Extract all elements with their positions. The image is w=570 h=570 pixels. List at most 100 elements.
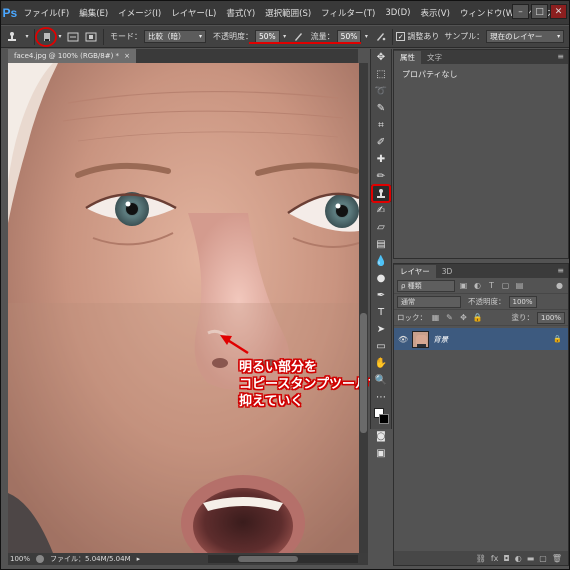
panel-menu-icon[interactable]: ≡ [557, 52, 564, 61]
tab-properties[interactable]: 属性 [394, 51, 421, 64]
layer-filter-row: ρ 種類 ▣ ◐ T ▢ ▤ ● [394, 278, 568, 294]
tab-3d[interactable]: 3D [436, 265, 459, 278]
toggle-clone-source-panel-icon[interactable] [82, 29, 100, 45]
flow-slider-icon[interactable]: ▾ [361, 29, 371, 45]
close-tab-icon[interactable]: × [124, 52, 130, 60]
menu-bar: Ps ファイル(F) 編集(E) イメージ(I) レイヤー(L) 書式(Y) 選… [1, 1, 569, 25]
lock-all-icon[interactable]: 🔒 [472, 312, 483, 323]
new-layer-icon[interactable]: ▢ [539, 554, 547, 563]
lock-transparent-icon[interactable]: ▦ [430, 312, 441, 323]
panel-menu-icon[interactable]: ≡ [557, 266, 564, 275]
sample-label: サンプル： [444, 32, 485, 41]
toggle-brush-panel-icon[interactable] [64, 29, 82, 45]
airbrush-icon[interactable] [371, 29, 389, 45]
eraser-tool-icon[interactable]: ▱ [371, 219, 391, 236]
layers-tabs: レイヤー 3D ≡ [394, 264, 568, 278]
zoom-tool-icon[interactable]: 🔍 [371, 372, 391, 389]
tab-character[interactable]: 文字 [421, 51, 448, 64]
clone-stamp-tool-icon[interactable] [371, 184, 391, 203]
eye-icon[interactable]: 👁 [398, 335, 408, 344]
delete-layer-icon[interactable]: 🗑 [552, 554, 562, 563]
horizontal-scroll-thumb[interactable] [238, 556, 298, 562]
lock-position-icon[interactable]: ✥ [458, 312, 469, 323]
mode-select[interactable]: 比較（暗） ▾ [144, 30, 206, 43]
horizontal-scrollbar[interactable] [208, 555, 358, 563]
lock-image-icon[interactable]: ✎ [444, 312, 455, 323]
lasso-tool-icon[interactable]: ➰ [371, 83, 391, 100]
menu-image[interactable]: イメージ(I) [113, 7, 166, 19]
filter-pixel-icon[interactable]: ▣ [458, 280, 469, 291]
filter-shape-icon[interactable]: ▢ [500, 280, 511, 291]
vertical-scrollbar[interactable] [359, 63, 368, 553]
status-arrow-icon[interactable]: ▸ [137, 555, 141, 563]
menu-edit[interactable]: 編集(E) [74, 7, 113, 19]
dodge-tool-icon[interactable]: ● [371, 270, 391, 287]
color-swatches-icon[interactable] [371, 406, 391, 428]
status-menu-icon[interactable] [36, 555, 45, 563]
close-button[interactable]: ✕ [550, 4, 567, 19]
layers-panel: レイヤー 3D ≡ ρ 種類 ▣ ◐ T ▢ ▤ ● 通常 不透明度： 100%… [393, 263, 569, 566]
blend-row: 通常 不透明度： 100% [394, 294, 568, 310]
adjustment-layer-icon[interactable]: ◐ [515, 554, 522, 563]
document-tab[interactable]: face4.jpg @ 100% (RGB/8#) * × [8, 49, 136, 63]
layer-item-background[interactable]: 👁 背景 🔒 [394, 328, 568, 350]
zoom-level[interactable]: 100% [10, 555, 30, 563]
brush-preset-picker-icon[interactable] [35, 26, 57, 47]
layer-opacity-label: 不透明度： [468, 297, 506, 306]
menu-file[interactable]: ファイル(F) [19, 7, 75, 19]
menu-layer[interactable]: レイヤー(L) [166, 7, 221, 19]
brush-tool-icon[interactable]: ✏ [371, 168, 391, 185]
marquee-tool-icon[interactable]: ⬚ [371, 66, 391, 83]
eyedropper-tool-icon[interactable]: ✐ [371, 134, 391, 151]
layer-thumbnail [412, 330, 430, 348]
maximize-button[interactable]: □ [531, 4, 548, 19]
blur-tool-icon[interactable]: 💧 [371, 253, 391, 270]
layer-name: 背景 [433, 334, 449, 344]
menu-filter[interactable]: フィルター(T) [316, 7, 380, 19]
file-info: ファイル：5.04M/5.04M [50, 555, 131, 563]
menu-type[interactable]: 書式(Y) [221, 7, 260, 19]
history-brush-tool-icon[interactable]: ✍ [371, 202, 391, 219]
properties-tabs: 属性 文字 ≡ [394, 50, 568, 64]
menu-3d[interactable]: 3D(D) [380, 8, 415, 18]
fill-input[interactable]: 100% [537, 311, 565, 324]
link-layers-icon[interactable]: ⛓ [476, 554, 486, 563]
layer-filter-select[interactable]: ρ 種類 [397, 279, 455, 292]
path-selection-tool-icon[interactable]: ➤ [371, 321, 391, 338]
crop-tool-icon[interactable]: ⌗ [371, 117, 391, 134]
layer-opacity-input[interactable]: 100% [508, 295, 537, 308]
filter-toggle-icon[interactable]: ● [554, 280, 565, 291]
pen-tool-icon[interactable]: ✒ [371, 287, 391, 304]
gradient-tool-icon[interactable]: ▤ [371, 236, 391, 253]
mode-label: モード： [110, 32, 142, 41]
document-canvas[interactable] [8, 63, 359, 553]
aligned-checkbox[interactable]: ✓ [396, 32, 406, 41]
menu-view[interactable]: 表示(V) [415, 7, 454, 19]
filter-type-icon[interactable]: T [486, 280, 497, 291]
lock-label: ロック： [397, 313, 427, 322]
tab-layers[interactable]: レイヤー [394, 265, 436, 278]
add-mask-icon[interactable]: ◘ [503, 554, 509, 563]
filter-smart-icon[interactable]: ▤ [514, 280, 525, 291]
quick-mask-icon[interactable]: ◙ [371, 428, 391, 445]
fx-icon[interactable]: fx [491, 554, 499, 563]
opacity-label: 不透明度： [213, 32, 253, 41]
photoshop-logo: Ps [2, 5, 18, 20]
clone-stamp-tool-icon[interactable] [1, 29, 23, 45]
rectangle-tool-icon[interactable]: ▭ [371, 338, 391, 355]
more-tools-icon[interactable]: ⋯ [371, 389, 391, 406]
minimize-button[interactable]: – [512, 4, 529, 19]
move-tool-icon[interactable]: ✥ [371, 49, 391, 66]
new-group-icon[interactable]: ▬ [527, 554, 535, 563]
screen-mode-icon[interactable]: ▣ [371, 445, 391, 462]
quick-selection-tool-icon[interactable]: ✎ [371, 100, 391, 117]
tool-preset-dropdown-icon[interactable]: ▾ [23, 29, 31, 45]
type-tool-icon[interactable]: T [371, 304, 391, 321]
hand-tool-icon[interactable]: ✋ [371, 355, 391, 372]
sample-select[interactable]: 現在のレイヤー ▾ [486, 30, 565, 43]
filter-adjust-icon[interactable]: ◐ [472, 280, 483, 291]
healing-brush-tool-icon[interactable]: ✚ [371, 151, 391, 168]
vertical-scroll-thumb[interactable] [360, 313, 367, 433]
blend-mode-select[interactable]: 通常 [397, 295, 461, 308]
menu-select[interactable]: 選択範囲(S) [260, 7, 316, 19]
